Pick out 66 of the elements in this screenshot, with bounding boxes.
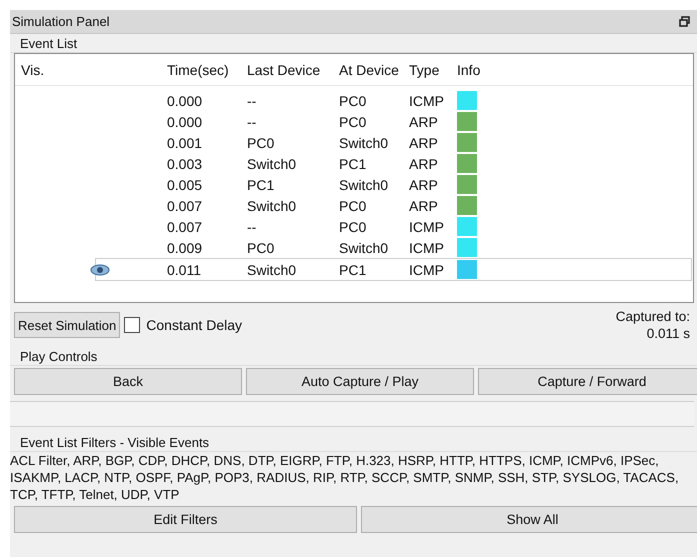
table-cell-text: -- (246, 114, 258, 130)
filter-button[interactable]: Show All (361, 506, 697, 533)
table-cell-text: 0.009 (166, 240, 204, 256)
column-header[interactable]: Time(sec) (161, 62, 241, 78)
event-row[interactable]: 0.001 PC0 Switch0 ARP (15, 132, 693, 153)
table-cell-text: PC1 (246, 176, 276, 192)
column-header[interactable]: Info (451, 62, 511, 78)
table-cell-text: Switch0 (338, 134, 390, 150)
table-cell-text: ARP (408, 198, 439, 214)
table-cell-text: PC0 (338, 218, 368, 234)
table-cell-text: ICMP (408, 240, 445, 256)
eye-icon[interactable] (90, 264, 110, 276)
reset-simulation-button[interactable]: Reset Simulation (14, 312, 120, 338)
filter-button[interactable]: Edit Filters (14, 506, 357, 533)
table-cell-text: Switch0 (338, 176, 390, 192)
table-cell-text: ARP (408, 114, 439, 130)
captured-value: 0.011 s (646, 325, 690, 342)
checkbox[interactable] (124, 317, 140, 333)
event-row[interactable]: 0.000 -- PC0 ARP (15, 111, 693, 132)
column-header[interactable]: At Device (333, 62, 403, 78)
filter-list: ACL Filter, ARP, BGP, CDP, DHCP, DNS, DTP, EIGRP, FTP, H.323, HSRP, HTTP, HTTPS, ICMP, ICMPv6, IPSec, ISAKMP, LACP, NTP, OSPF, PAgP, POP3, RADIUS, RIP, RTP, SCCP, SMTP, SNMP, SSH, STP, SYSLOG, TACACS, TCP, TFTP, Telnet, UDP, VTP (10, 452, 697, 504)
table-cell-text: Switch0 (246, 198, 298, 214)
table-cell-text: PC0 (338, 198, 368, 214)
table-cell-text: PC0 (246, 240, 276, 256)
table-cell-text: ICMP (408, 218, 445, 234)
column-header[interactable]: Type (403, 62, 451, 78)
table-cell-text: ARP (408, 176, 439, 192)
table-cell-text: 0.000 (166, 92, 204, 108)
table-cell-text: 0.005 (166, 176, 204, 192)
event-row[interactable]: 0.003 Switch0 PC1 ARP (15, 153, 693, 174)
table-cell-text: -- (246, 92, 258, 108)
restore-icon[interactable] (679, 16, 690, 27)
panel-title: Simulation Panel (12, 14, 111, 29)
play-control-button[interactable]: Back (14, 368, 242, 395)
play-control-button[interactable]: Capture / Forward (478, 368, 697, 395)
table-cell-text: PC0 (246, 134, 276, 150)
table-cell-text: ARP (408, 156, 439, 172)
table-cell-text: PC1 (338, 262, 368, 278)
table-cell-text: 0.011 (166, 262, 202, 278)
column-header[interactable]: Vis. (15, 62, 161, 78)
table-cell-text: Switch0 (246, 156, 298, 172)
table-cell-text: ICMP (408, 92, 445, 108)
group-title: Event List Filters - Visible Events (10, 433, 697, 452)
event-row[interactable]: 0.007 -- PC0 ICMP (15, 216, 693, 237)
table-cell-text: 0.007 (166, 198, 204, 214)
table-cell-text: ICMP (408, 262, 445, 278)
table-cell-text: Switch0 (246, 262, 298, 278)
event-row[interactable]: 0.000 -- PC0 ICMP (15, 90, 693, 111)
group-title: Play Controls (10, 347, 697, 366)
captured-label: Captured to: (616, 308, 690, 325)
play-control-button[interactable]: Auto Capture / Play (246, 368, 474, 395)
table-cell-text: Switch0 (338, 240, 390, 256)
checkbox-label: Constant Delay (146, 317, 243, 333)
table-cell-text: ARP (408, 134, 439, 150)
table-cell-text: 0.000 (166, 114, 204, 130)
column-header[interactable]: Last Device (241, 62, 333, 78)
table-cell-text: PC0 (338, 92, 368, 108)
event-row[interactable]: 0.009 PC0 Switch0 ICMP (15, 237, 693, 258)
event-row[interactable]: 0.007 Switch0 PC0 ARP (15, 195, 693, 216)
table-cell-text: -- (246, 218, 258, 234)
table-cell-text: 0.003 (166, 156, 204, 172)
table-cell-text: 0.007 (166, 218, 204, 234)
table-cell-text: 0.001 (166, 134, 204, 150)
table-cell-text: PC1 (338, 156, 368, 172)
event-row[interactable]: 0.005 PC1 Switch0 ARP (15, 174, 693, 195)
table-cell-text: PC0 (338, 114, 368, 130)
